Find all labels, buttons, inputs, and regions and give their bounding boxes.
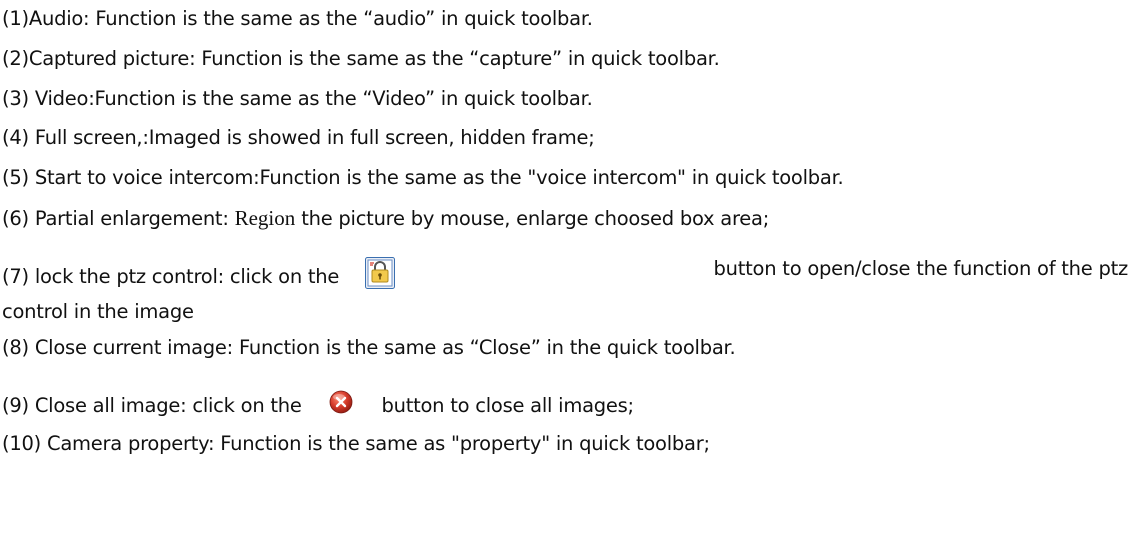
item-7-continuation-line: control in the image [2, 300, 194, 324]
item-5-text: (5) Start to voice intercom:Function is … [2, 166, 844, 189]
item-4: (4) Full screen,:Imaged is showed in ful… [2, 126, 595, 150]
item-10: (10) Camera property: Function is the sa… [2, 432, 710, 456]
item-7-continuation: control in the image [2, 300, 194, 323]
item-6-after: the picture by mouse, enlarge choosed bo… [295, 207, 770, 230]
item-5: (5) Start to voice intercom:Function is … [2, 166, 844, 190]
item-8: (8) Close current image: Function is the… [2, 336, 736, 360]
item-7-before: (7) lock the ptz control: click on the [2, 265, 340, 288]
item-3-text: (3) Video:Function is the same as the “V… [2, 87, 593, 110]
item-4-text: (4) Full screen,:Imaged is showed in ful… [2, 126, 595, 149]
item-10-text: (10) Camera property: Function is the sa… [2, 432, 710, 455]
lock-icon[interactable] [365, 257, 396, 289]
item-3: (3) Video:Function is the same as the “V… [2, 87, 593, 111]
item-7-lead: (7) lock the ptz control: click on the [2, 257, 415, 289]
item-9-after: button to close all images; [381, 394, 634, 417]
item-1: (1)Audio: Function is the same as the “a… [2, 7, 593, 31]
item-9-before: (9) Close all image: click on the [2, 394, 302, 417]
close-icon[interactable] [328, 389, 354, 415]
item-9: (9) Close all image: click on the button… [2, 389, 634, 418]
item-6-before: (6) Partial enlargement: [2, 207, 235, 230]
item-1-text: (1)Audio: Function is the same as the “a… [2, 7, 593, 30]
item-2-text: (2)Captured picture: Function is the sam… [2, 47, 720, 70]
item-8-text: (8) Close current image: Function is the… [2, 336, 736, 359]
document-page: (1)Audio: Function is the same as the “a… [0, 0, 1131, 540]
item-6: (6) Partial enlargement: Region the pict… [2, 206, 769, 231]
item-7: (7) lock the ptz control: click on the b… [2, 257, 1128, 289]
item-2: (2)Captured picture: Function is the sam… [2, 47, 720, 71]
item-7-after: button to open/close the function of the… [713, 257, 1129, 280]
item-6-serif-word: Region [234, 206, 296, 230]
